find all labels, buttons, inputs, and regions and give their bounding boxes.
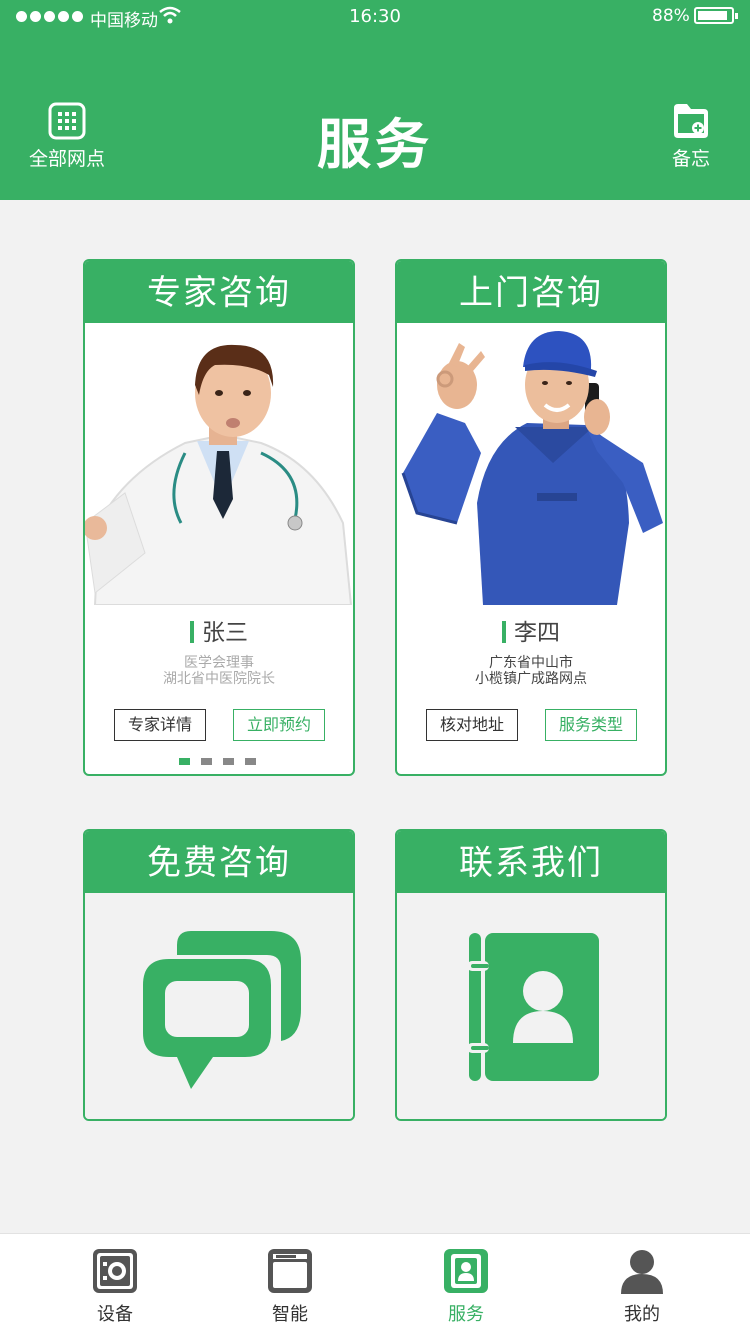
memo-folder-icon [674,104,708,138]
verify-address-button[interactable]: 核对地址 [426,709,518,741]
tab-smart[interactable]: 智能 [240,1248,340,1326]
expert-hospital: 湖北省中医院院长 [163,671,275,687]
tab-label: 服务 [448,1304,484,1325]
contact-us-card[interactable]: 联系我们 [395,829,667,1121]
card-title: 联系我们 [397,831,665,893]
service-type-button[interactable]: 服务类型 [545,709,637,741]
tab-label: 智能 [272,1304,308,1325]
bottom-tab-bar: 设备 智能 服务 我的 [0,1233,750,1335]
memo-label: 备忘 [671,148,710,170]
card-body [85,893,353,1119]
book-now-button[interactable]: 立即预约 [233,709,325,741]
service-icon [444,1249,488,1293]
contact-book-icon [467,933,599,1081]
card-title: 专家咨询 [85,261,353,323]
technician-name: 李四 [397,613,665,647]
expert-details-button[interactable]: 专家详情 [114,709,206,741]
tab-devices[interactable]: 设备 [65,1248,165,1326]
technician-desc: 广东省中山市 小榄镇广成路网点 [397,655,665,687]
pager-dot[interactable] [223,758,234,765]
chat-bubbles-icon [143,931,301,1089]
status-bar: 中国移动 16:30 88% [0,0,750,34]
tab-label: 我的 [624,1304,660,1325]
battery-icon [694,7,738,24]
free-consult-card[interactable]: 免费咨询 [83,829,355,1121]
doctor-photo [85,323,353,605]
pager-dot[interactable] [201,758,212,765]
page-title: 服务 [317,113,433,176]
tab-mine[interactable]: 我的 [592,1248,692,1326]
pager-dot[interactable] [245,758,256,765]
app-header: 中国移动 16:30 88% 全部网点 服务 备忘 [0,0,750,200]
carousel-pager[interactable] [179,758,256,765]
pager-dot[interactable] [179,758,190,765]
expert-name-text: 张三 [202,620,248,646]
memo-button[interactable]: 备忘 [660,102,722,171]
name-marker [190,621,194,643]
tab-service[interactable]: 服务 [416,1248,516,1326]
onsite-consult-card[interactable]: 上门咨询 李四 广东省中山市 小榄镇广成路网点 核对地址 服务类型 [395,259,667,776]
technician-outlet: 小榄镇广成路网点 [475,671,587,687]
card-title: 上门咨询 [397,261,665,323]
status-time: 16:30 [349,6,401,27]
technician-photo [397,323,665,605]
technician-city: 广东省中山市 [489,655,573,671]
expert-consult-card[interactable]: 专家咨询 张三 医学会理事 湖北省中医院院长 专家详情 立即预约 [83,259,355,776]
expert-title: 医学会理事 [184,655,254,671]
user-icon [621,1250,663,1294]
safe-icon [93,1249,137,1293]
window-icon [268,1249,312,1293]
card-body [397,893,665,1119]
technician-name-text: 李四 [514,620,560,646]
expert-name: 张三 [85,613,353,647]
name-marker [502,621,506,643]
tab-label: 设备 [97,1304,133,1325]
card-title: 免费咨询 [85,831,353,893]
battery-percent: 88% [652,6,690,26]
expert-desc: 医学会理事 湖北省中医院院长 [85,655,353,687]
